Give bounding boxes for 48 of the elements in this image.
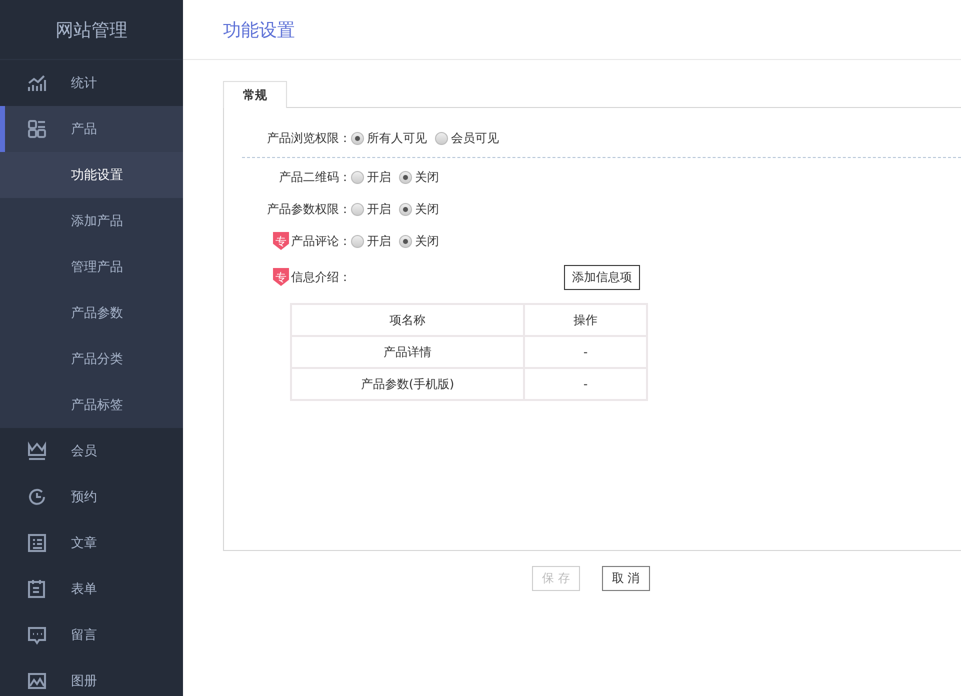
crown-icon <box>27 441 47 461</box>
message-icon <box>27 625 47 645</box>
radio-option[interactable]: 开启 <box>351 168 391 186</box>
column-header: 操作 <box>524 304 647 336</box>
table-cell: - <box>524 336 647 368</box>
submenu-item[interactable]: 产品分类 <box>0 336 183 382</box>
nav-item[interactable]: 留言 <box>0 612 183 658</box>
setting-label: 产品评论： <box>291 232 351 250</box>
table-cell: 产品详情 <box>291 336 524 368</box>
submenu-item[interactable]: 管理产品 <box>0 244 183 290</box>
clock-icon <box>27 487 47 507</box>
table-cell: 产品参数(手机版) <box>291 368 524 400</box>
nav-item[interactable]: 表单 <box>0 566 183 612</box>
brand-title: 网站管理 <box>0 0 183 60</box>
grid-icon <box>27 119 47 139</box>
radio-option[interactable]: 开启 <box>351 232 391 250</box>
radio-option[interactable]: 会员可见 <box>435 130 499 146</box>
form-icon <box>27 579 47 599</box>
submenu-item[interactable]: 产品参数 <box>0 290 183 336</box>
nav-item[interactable]: 会员 <box>0 428 183 474</box>
radio-option[interactable]: 开启 <box>351 200 391 218</box>
radio-option[interactable]: 关闭 <box>399 232 439 250</box>
pro-badge: 专 <box>273 268 289 286</box>
nav-item[interactable]: 图册 <box>0 658 183 696</box>
submenu-item[interactable]: 产品标签 <box>0 382 183 428</box>
table-cell: - <box>524 368 647 400</box>
radio-option[interactable]: 所有人可见 <box>351 130 427 146</box>
nav-item[interactable]: 预约 <box>0 474 183 520</box>
nav-item[interactable]: 产品 <box>0 106 183 152</box>
chart-icon <box>27 73 47 93</box>
setting-label: 信息介绍： <box>291 268 351 286</box>
setting-label: 产品参数权限： <box>267 200 351 218</box>
submenu-item[interactable]: 功能设置 <box>0 152 183 198</box>
image-icon <box>27 671 47 691</box>
setting-label: 产品二维码： <box>279 168 351 186</box>
radio-option[interactable]: 关闭 <box>399 200 439 218</box>
nav-item[interactable]: 文章 <box>0 520 183 566</box>
cancel-button[interactable]: 取 消 <box>602 566 650 591</box>
setting-label: 产品浏览权限： <box>267 130 351 146</box>
pro-badge: 专 <box>273 232 289 250</box>
nav-item[interactable]: 统计 <box>0 60 183 106</box>
radio-option[interactable]: 关闭 <box>399 168 439 186</box>
tab[interactable]: 常规 <box>223 81 287 108</box>
add-info-button[interactable]: 添加信息项 <box>564 264 640 290</box>
submenu-item[interactable]: 添加产品 <box>0 198 183 244</box>
column-header: 项名称 <box>291 304 524 336</box>
page-title: 功能设置 <box>183 0 961 60</box>
list-icon <box>27 533 47 553</box>
